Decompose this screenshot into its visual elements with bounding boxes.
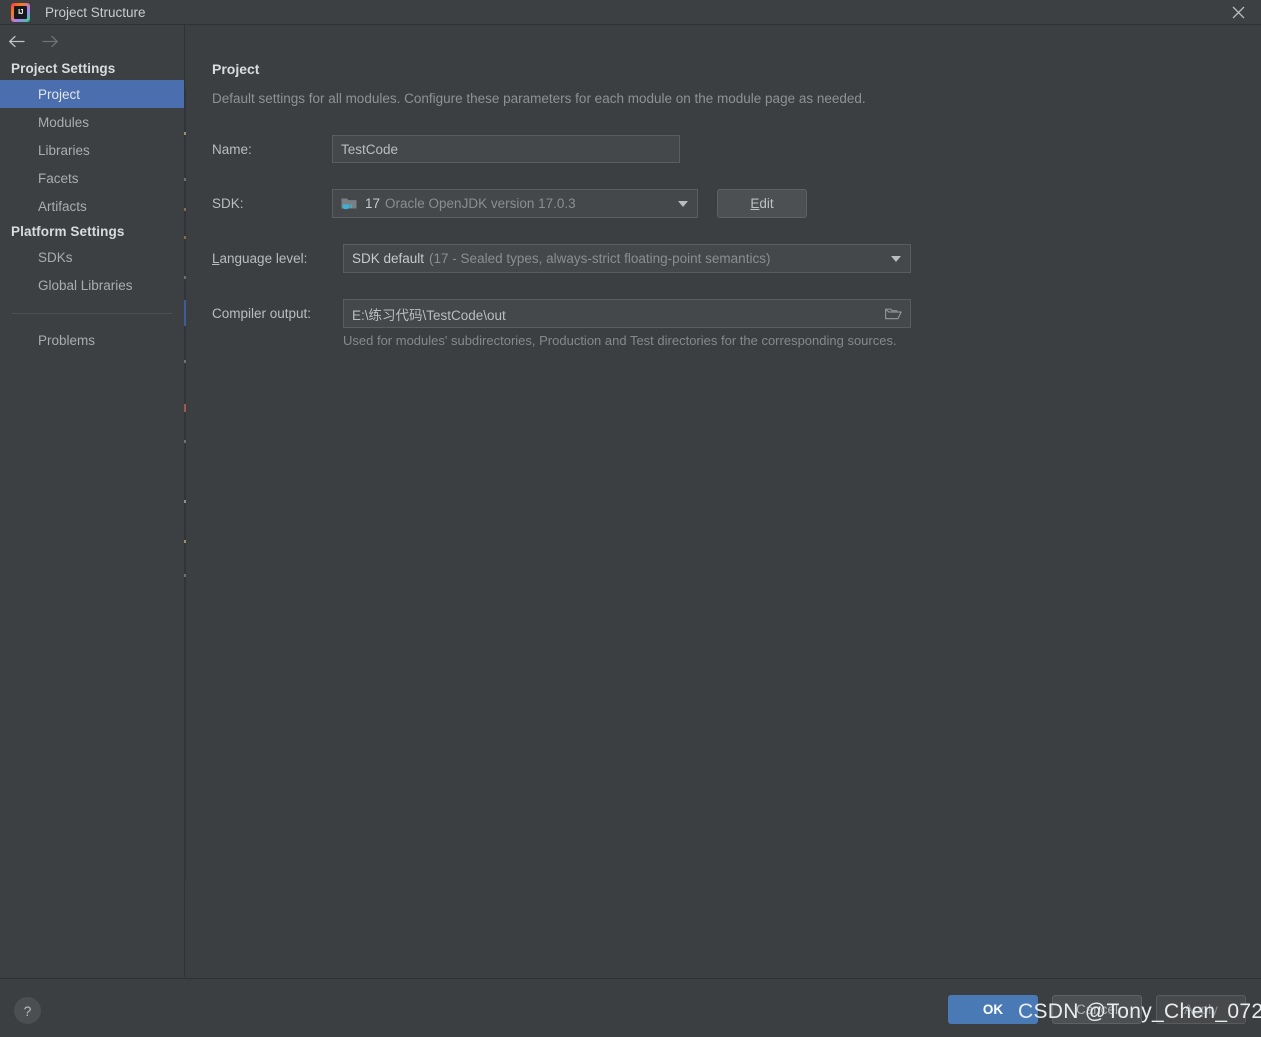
sdk-version: 17 [365,196,381,211]
sidebar-item-global-libraries[interactable]: Global Libraries [0,271,184,299]
sdk-description: Oracle OpenJDK version 17.0.3 [385,196,576,211]
chevron-down-icon [891,255,901,262]
sidebar-item-libraries[interactable]: Libraries [0,136,184,164]
arrow-left-icon[interactable] [7,32,25,50]
sidebar-group-platform-settings: Platform Settings [11,224,125,239]
sidebar-group-project-settings: Project Settings [11,61,116,76]
compiler-output-row: Compiler output: E:\练习代码\TestCode\out [212,299,932,328]
sidebar-item-label: Artifacts [38,198,87,214]
language-level-detail: (17 - Sealed types, always-strict floati… [429,251,771,266]
compiler-output-value: E:\练习代码\TestCode\out [352,307,506,323]
name-row: Name: TestCode [212,135,732,163]
help-icon[interactable]: ? [14,997,41,1024]
page-description: Default settings for all modules. Config… [212,91,866,106]
intellij-idea-icon: IJ [11,2,30,22]
main-content: Project Default settings for all modules… [186,25,1261,977]
settings-sidebar: Project Settings Project Modules Librari… [0,25,185,977]
sdk-edit-mnemonic: E [750,196,760,211]
sidebar-divider [12,313,172,314]
language-level-value: SDK default [352,251,425,266]
sidebar-item-facets[interactable]: Facets [0,164,184,192]
compiler-output-label: Compiler output: [212,306,312,321]
chevron-down-icon [678,200,688,207]
compiler-output-input[interactable]: E:\练习代码\TestCode\out [343,299,911,328]
sidebar-item-label: Global Libraries [38,277,133,293]
language-level-combobox[interactable]: SDK default (17 - Sealed types, always-s… [343,244,911,273]
name-input[interactable]: TestCode [332,135,680,163]
ok-label: OK [982,1002,1004,1017]
sdk-label: SDK: [212,196,244,211]
sidebar-item-label: Problems [38,332,96,348]
window-title: Project Structure [45,4,146,20]
language-level-label: Language level: [212,251,343,266]
arrow-right-icon[interactable] [41,32,59,50]
page-title: Project [212,61,260,77]
sidebar-item-artifacts[interactable]: Artifacts [0,192,184,220]
sidebar-item-sdks[interactable]: SDKs [0,243,184,271]
jdk-folder-icon [341,196,358,211]
sdk-combobox[interactable]: 17 Oracle OpenJDK version 17.0.3 [332,189,698,218]
sidebar-item-problems[interactable]: Problems [0,326,184,354]
sidebar-item-project[interactable]: Project [0,80,184,108]
app-icon-label: IJ [14,5,27,19]
sdk-row: SDK: 17 Oracle OpenJDK version 17.0.3 Ed… [212,189,852,218]
sidebar-item-modules[interactable]: Modules [0,108,184,136]
sidebar-item-label: Facets [38,170,79,186]
title-bar: IJ Project Structure [0,0,1261,25]
watermark: CSDN @Tony_Chen_0725 [1018,1000,1261,1023]
help-label: ? [23,1002,32,1019]
project-structure-dialog: IJ Project Structure Project Settings Pr… [0,0,1261,1037]
close-icon[interactable] [1215,0,1261,25]
sidebar-item-label: Modules [38,114,90,130]
sidebar-item-label: SDKs [38,249,73,265]
language-level-mnemonic: L [212,251,220,266]
language-level-label-rest: anguage level: [219,251,308,266]
name-input-value: TestCode [341,141,399,157]
compiler-output-hint: Used for modules' subdirectories, Produc… [343,333,897,348]
language-level-row: Language level: SDK default (17 - Sealed… [212,244,932,273]
navigation-arrows [0,25,184,57]
name-label: Name: [212,141,252,157]
sidebar-item-label: Project [38,86,81,102]
sdk-edit-rest: dit [759,196,774,211]
sidebar-item-label: Libraries [38,142,90,158]
sdk-edit-button[interactable]: Edit [717,189,807,218]
folder-browse-icon[interactable] [885,307,902,321]
